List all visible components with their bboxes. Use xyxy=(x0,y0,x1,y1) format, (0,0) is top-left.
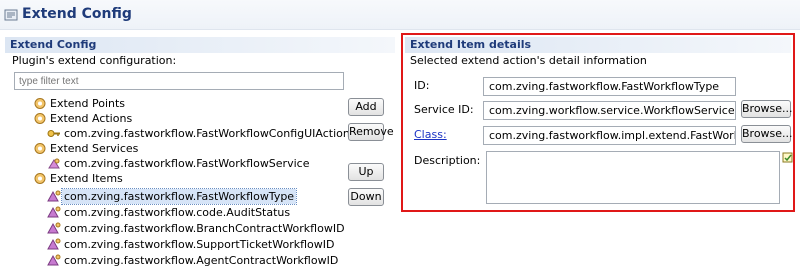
filter-input[interactable] xyxy=(14,72,344,90)
service-id-field[interactable]: com.zving.workflow.service.WorkflowServi… xyxy=(483,101,736,120)
id-label: ID: xyxy=(414,79,430,92)
remove-button[interactable]: Remove xyxy=(348,123,394,141)
service-plug-icon xyxy=(48,158,60,169)
browse-service-button[interactable]: Browse... xyxy=(741,100,793,118)
item-gem-icon xyxy=(47,238,61,250)
item-gem-icon xyxy=(47,190,61,202)
tree-label: com.zving.fastworkflow.AgentContractWork… xyxy=(64,254,339,267)
tree-label: com.zving.fastworkflow.BranchContractWor… xyxy=(64,222,345,235)
tree-label: Extend Services xyxy=(50,142,139,155)
page-title: Extend Config xyxy=(22,6,132,22)
item-gem-icon xyxy=(47,206,61,218)
extend-config-icon xyxy=(4,9,18,21)
right-subtitle: Selected extend action's detail informat… xyxy=(410,54,647,67)
item-gem-icon xyxy=(47,254,61,266)
item-gem-icon xyxy=(47,222,61,234)
service-id-label: Service ID: xyxy=(414,103,474,116)
tree-label: com.zving.fastworkflow.FastWorkflowServi… xyxy=(64,157,310,170)
extension-point-icon xyxy=(34,98,46,109)
up-button[interactable]: Up xyxy=(348,163,384,181)
extension-point-icon xyxy=(34,113,46,124)
tree-label: com.zving.fastworkflow.code.AuditStatus xyxy=(64,206,291,219)
left-section-title: Extend Config xyxy=(10,38,97,51)
tree-label: com.zving.fastworkflow.SupportTicketWork… xyxy=(64,238,335,251)
editor-header: Extend Config xyxy=(0,0,800,30)
id-field[interactable]: com.zving.fastworkflow.FastWorkflowType xyxy=(483,77,736,96)
content-assist-icon[interactable] xyxy=(782,152,794,164)
tree-label: com.zving.fastworkflow.FastWorkflowConfi… xyxy=(64,127,350,140)
class-link[interactable]: Class: xyxy=(414,128,447,141)
tree-label: Extend Items xyxy=(50,172,123,185)
tree-label: Extend Actions xyxy=(50,112,133,125)
left-subtitle: Plugin's extend configuration: xyxy=(12,54,177,67)
description-textarea[interactable] xyxy=(486,151,780,204)
add-button[interactable]: Add xyxy=(348,98,384,116)
down-button[interactable]: Down xyxy=(348,188,384,206)
right-section-title: Extend Item details xyxy=(410,38,532,51)
browse-class-button[interactable]: Browse... xyxy=(741,125,793,143)
description-label: Description: xyxy=(414,154,481,167)
class-field[interactable]: com.zving.fastworkflow.impl.extend.FastW… xyxy=(483,126,736,145)
extension-point-icon xyxy=(34,143,46,154)
key-icon xyxy=(47,130,60,137)
tree-label: Extend Points xyxy=(50,97,126,110)
tree-label: com.zving.fastworkflow.FastWorkflowType xyxy=(60,188,298,205)
extension-point-icon xyxy=(34,173,46,184)
